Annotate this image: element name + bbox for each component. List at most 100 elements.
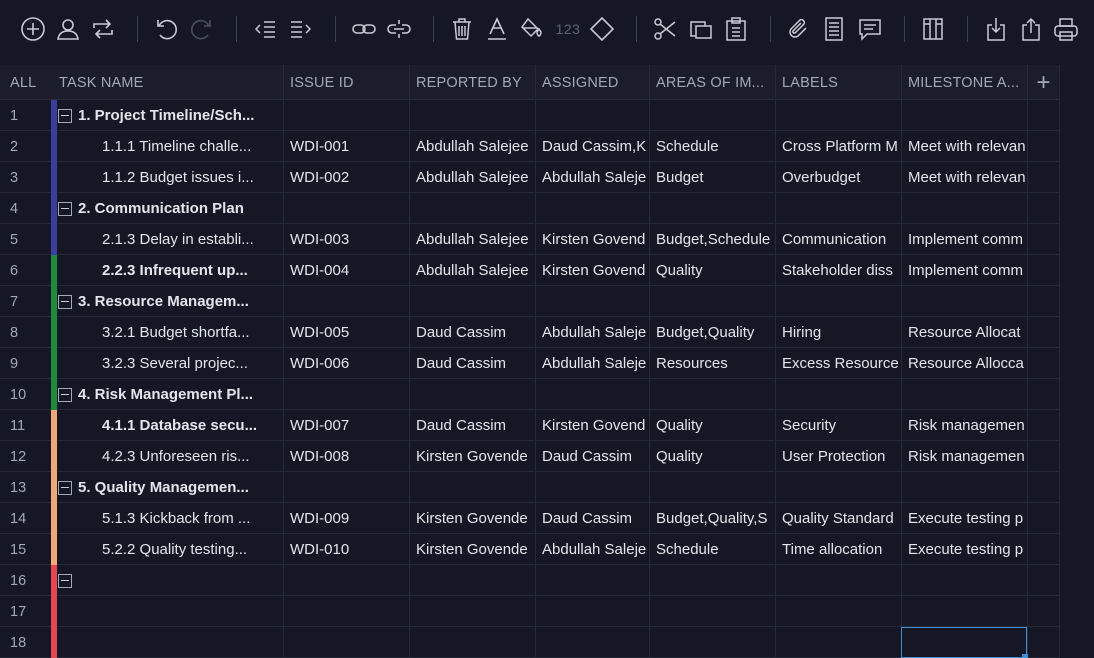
assigned-cell[interactable]: Kirsten Govend	[536, 410, 650, 441]
task-name-cell[interactable]: 3. Resource Managem...	[57, 286, 284, 317]
export-icon[interactable]	[1016, 12, 1046, 46]
assigned-cell[interactable]	[536, 596, 650, 627]
assigned-cell[interactable]	[536, 627, 650, 658]
assigned-cell[interactable]	[536, 100, 650, 131]
row-number[interactable]: 7	[0, 286, 51, 317]
assigned-cell[interactable]	[536, 379, 650, 410]
areas-cell[interactable]: Quality	[650, 441, 776, 472]
table-row[interactable]: 16	[0, 565, 1060, 596]
labels-cell[interactable]	[776, 286, 902, 317]
milestone-cell[interactable]: Execute testing p	[902, 503, 1028, 534]
paste-icon[interactable]	[721, 12, 751, 46]
task-name-cell[interactable]: 2.2.3 Infrequent up...	[57, 255, 284, 286]
assigned-cell[interactable]: Daud Cassim	[536, 503, 650, 534]
reported-by-cell[interactable]: Abdullah Salejee	[410, 255, 536, 286]
table-row[interactable]: 6 2.2.3 Infrequent up... WDI-004 Abdullah S…	[0, 255, 1060, 286]
milestone-cell[interactable]: Implement comm	[902, 255, 1028, 286]
table-row[interactable]: 11 4.1.1 Database secu... WDI-007 Daud Cass…	[0, 410, 1060, 441]
reported-by-cell[interactable]	[410, 596, 536, 627]
attachment-icon[interactable]	[784, 12, 814, 46]
empty-cell[interactable]	[1028, 627, 1060, 658]
areas-cell[interactable]: Resources	[650, 348, 776, 379]
reported-by-cell[interactable]	[410, 286, 536, 317]
labels-cell[interactable]: Stakeholder diss	[776, 255, 902, 286]
task-name-cell[interactable]	[57, 565, 284, 596]
table-row[interactable]: 14 5.1.3 Kickback from ... WDI-009 Kirsten …	[0, 503, 1060, 534]
areas-cell[interactable]	[650, 379, 776, 410]
empty-cell[interactable]	[1028, 131, 1060, 162]
row-number[interactable]: 9	[0, 348, 51, 379]
assigned-cell[interactable]	[536, 193, 650, 224]
assigned-cell[interactable]	[536, 565, 650, 596]
areas-cell[interactable]	[650, 286, 776, 317]
reported-by-cell[interactable]	[410, 100, 536, 131]
task-name-cell[interactable]: 2.1.3 Delay in establi...	[57, 224, 284, 255]
user-icon[interactable]	[53, 12, 83, 46]
link-icon[interactable]	[349, 12, 379, 46]
issue-id-cell[interactable]	[284, 472, 410, 503]
task-name-cell[interactable]: 5. Quality Managemen...	[57, 472, 284, 503]
issue-id-cell[interactable]	[284, 100, 410, 131]
milestone-cell[interactable]	[902, 565, 1028, 596]
table-row[interactable]: 8 3.2.1 Budget shortfa... WDI-005 Daud Cass…	[0, 317, 1060, 348]
labels-cell[interactable]: Security	[776, 410, 902, 441]
task-name-cell[interactable]: 1.1.2 Budget issues i...	[57, 162, 284, 193]
assigned-cell[interactable]: Kirsten Govend	[536, 224, 650, 255]
table-row[interactable]: 10 4. Risk Management Pl...	[0, 379, 1060, 410]
task-name-cell[interactable]: 3.2.1 Budget shortfa...	[57, 317, 284, 348]
labels-cell[interactable]: Cross Platform M	[776, 131, 902, 162]
task-name-cell[interactable]: 5.2.2 Quality testing...	[57, 534, 284, 565]
issue-id-cell[interactable]: WDI-008	[284, 441, 410, 472]
table-row[interactable]: 4 2. Communication Plan	[0, 193, 1060, 224]
milestone-cell[interactable]	[902, 472, 1028, 503]
milestone-cell[interactable]	[902, 193, 1028, 224]
milestone-cell[interactable]: Execute testing p	[902, 534, 1028, 565]
areas-cell[interactable]: Budget	[650, 162, 776, 193]
row-number[interactable]: 12	[0, 441, 51, 472]
reported-by-cell[interactable]	[410, 193, 536, 224]
reported-by-cell[interactable]: Kirsten Govende	[410, 441, 536, 472]
issue-id-cell[interactable]: WDI-009	[284, 503, 410, 534]
table-row[interactable]: 9 3.2.3 Several projec... WDI-006 Daud Cass…	[0, 348, 1060, 379]
issue-id-cell[interactable]: WDI-002	[284, 162, 410, 193]
issue-id-cell[interactable]	[284, 193, 410, 224]
row-number[interactable]: 14	[0, 503, 51, 534]
empty-cell[interactable]	[1028, 503, 1060, 534]
milestone-cell[interactable]: Resource Allocca	[902, 348, 1028, 379]
selected-cell[interactable]	[901, 627, 1027, 658]
columns-icon[interactable]	[918, 12, 948, 46]
empty-cell[interactable]	[1028, 224, 1060, 255]
labels-cell[interactable]	[776, 472, 902, 503]
indent-icon[interactable]	[286, 12, 316, 46]
task-name-cell[interactable]: 3.2.3 Several projec...	[57, 348, 284, 379]
assigned-cell[interactable]: Daud Cassim,K	[536, 131, 650, 162]
assigned-cell[interactable]: Abdullah Saleje	[536, 348, 650, 379]
assigned-cell[interactable]: Abdullah Saleje	[536, 317, 650, 348]
areas-cell[interactable]	[650, 100, 776, 131]
issue-id-cell[interactable]: WDI-004	[284, 255, 410, 286]
labels-cell[interactable]: Excess Resource	[776, 348, 902, 379]
empty-cell[interactable]	[1028, 193, 1060, 224]
collapse-icon[interactable]	[58, 294, 72, 309]
issue-id-cell[interactable]: WDI-010	[284, 534, 410, 565]
column-header-areas[interactable]: AREAS OF IM...	[650, 65, 776, 100]
assigned-cell[interactable]: Daud Cassim	[536, 441, 650, 472]
issue-id-cell[interactable]: WDI-001	[284, 131, 410, 162]
row-number[interactable]: 6	[0, 255, 51, 286]
issue-id-cell[interactable]	[284, 286, 410, 317]
row-number[interactable]: 18	[0, 627, 51, 658]
fill-color-icon[interactable]	[517, 12, 547, 46]
reported-by-cell[interactable]: Abdullah Salejee	[410, 224, 536, 255]
task-name-cell[interactable]: 1. Project Timeline/Sch...	[57, 100, 284, 131]
add-column-button[interactable]: +	[1028, 65, 1060, 100]
areas-cell[interactable]	[650, 596, 776, 627]
empty-cell[interactable]	[1028, 472, 1060, 503]
empty-cell[interactable]	[1028, 441, 1060, 472]
cut-icon[interactable]	[650, 12, 680, 46]
outdent-icon[interactable]	[250, 12, 280, 46]
issue-id-cell[interactable]	[284, 627, 410, 658]
row-number[interactable]: 2	[0, 131, 51, 162]
issue-id-cell[interactable]	[284, 596, 410, 627]
row-number[interactable]: 3	[0, 162, 51, 193]
task-name-cell[interactable]	[57, 596, 284, 627]
